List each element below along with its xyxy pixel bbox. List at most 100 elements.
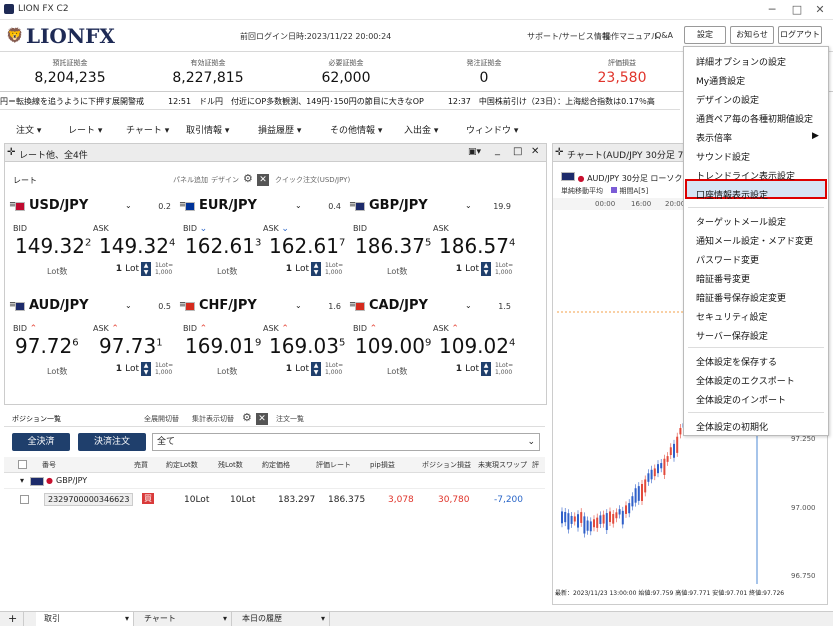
settings-button[interactable]: 設定	[684, 26, 726, 44]
rate-card[interactable]: ≡ USD/JPY ⌄ 0.2 BID ASK 149.322 149.324 Lot数 1 …	[9, 196, 175, 286]
panel-close-icon[interactable]: ✕	[531, 146, 539, 157]
gear-icon[interactable]: ⚙	[243, 172, 253, 185]
tab-today-history[interactable]: 本日の履歴 ▾	[234, 612, 330, 626]
summary-toggle-link[interactable]: 集計表示切替	[192, 414, 234, 424]
position-list-tab[interactable]: ポジション一覧	[12, 414, 61, 424]
filter-select[interactable]: 全て ⌄	[152, 433, 540, 451]
ask-price[interactable]: 109.024	[439, 334, 515, 358]
news-ticker[interactable]: 円＝転換線を追うように下押す展開警戒 12:51 ドル円 付近にOP多数観測、1…	[0, 96, 680, 110]
chevron-down-icon[interactable]: ⌄	[295, 301, 302, 310]
logout-button[interactable]: ログアウト	[778, 26, 822, 44]
lot-stepper[interactable]: ▲ ▼	[311, 262, 321, 276]
menu-item[interactable]: 全体設定のエクスポート	[696, 374, 795, 387]
drag-handle-icon[interactable]: ✛	[7, 147, 15, 158]
ask-price[interactable]: 162.617	[269, 234, 345, 258]
lot-stepper[interactable]: ▲ ▼	[311, 362, 321, 376]
gear-icon[interactable]: ⚙	[242, 411, 252, 424]
order-list-tab[interactable]: 注文一覧	[276, 414, 304, 424]
lot-input[interactable]: 1 Lot	[449, 364, 479, 374]
panel-menu-icon[interactable]: ▣▾	[468, 147, 481, 157]
menu-item[interactable]: 全体設定の初期化	[696, 420, 768, 433]
panel-maximize-icon[interactable]: □	[513, 146, 522, 157]
menu-rate[interactable]: レート ▾	[68, 123, 102, 136]
support-link[interactable]: サポート/サービス情報	[527, 31, 610, 42]
chevron-down-icon[interactable]: ⌄	[125, 201, 132, 210]
manual-link[interactable]: 操作マニュアル	[603, 31, 659, 42]
menu-item[interactable]: サーバー保存設定	[696, 329, 768, 342]
menu-order[interactable]: 注文 ▾	[16, 123, 41, 136]
lot-input[interactable]: 1 Lot	[109, 364, 139, 374]
menu-window[interactable]: ウィンドウ ▾	[466, 123, 518, 136]
bid-price[interactable]: 97.726	[15, 334, 79, 358]
design-link[interactable]: デザイン	[211, 175, 239, 185]
add-tab-icon[interactable]: +	[0, 612, 24, 626]
bid-price[interactable]: 109.009	[355, 334, 431, 358]
maximize-icon[interactable]: □	[785, 2, 809, 18]
lot-stepper[interactable]: ▲ ▼	[481, 362, 491, 376]
rate-card[interactable]: ≡ EUR/JPY ⌄ 0.4 BID ⌄ ASK ⌄ 162.613 162.617 Lot数…	[179, 196, 345, 286]
close-order-button[interactable]: 決済注文	[78, 433, 146, 451]
row-checkbox[interactable]	[20, 495, 29, 504]
position-group-row[interactable]: ▾ ● GBP/JPY	[4, 473, 545, 489]
bid-price[interactable]: 162.613	[185, 234, 261, 258]
menu-item[interactable]: トレンドライン表示設定	[696, 169, 795, 182]
bid-price[interactable]: 186.375	[355, 234, 431, 258]
rate-tab[interactable]: レート	[13, 175, 37, 186]
chevron-down-icon[interactable]: ⌄	[125, 301, 132, 310]
ask-price[interactable]: 149.324	[99, 234, 175, 258]
rate-card[interactable]: ≡ AUD/JPY ⌄ 0.5 BID ⌃ ASK ⌃ 97.726 97.731 Lot数 1 …	[9, 296, 175, 386]
chevron-down-icon[interactable]: ⌄	[465, 201, 472, 210]
lot-stepper[interactable]: ▲ ▼	[141, 262, 151, 276]
menu-item[interactable]: サウンド設定	[696, 150, 750, 163]
menu-pl-history[interactable]: 損益履歴 ▾	[258, 123, 301, 136]
close-all-button[interactable]: 全決済	[12, 433, 70, 451]
close-subpanel-icon[interactable]: ✕	[256, 413, 268, 425]
menu-item[interactable]: My通貨設定	[696, 74, 745, 87]
panel-minimize-icon[interactable]: _	[495, 145, 500, 156]
close-subpanel-icon[interactable]: ✕	[257, 174, 269, 186]
table-row[interactable]: 2329700000346623 買 10Lot 10Lot 183.297 1…	[4, 491, 545, 509]
menu-trade-info[interactable]: 取引情報 ▾	[186, 123, 229, 136]
minimize-icon[interactable]: ─	[760, 2, 784, 18]
qa-link[interactable]: Q&A	[655, 31, 673, 40]
close-icon[interactable]: ✕	[808, 2, 832, 18]
lot-stepper[interactable]: ▲ ▼	[481, 262, 491, 276]
expand-all-link[interactable]: 全展開切替	[144, 414, 179, 424]
menu-item[interactable]: デザインの設定	[696, 93, 759, 106]
menu-item[interactable]: 全体設定を保存する	[696, 355, 777, 368]
menu-other-info[interactable]: その他情報 ▾	[330, 123, 382, 136]
lot-input[interactable]: 1 Lot	[279, 264, 309, 274]
collapse-icon[interactable]: ▾	[20, 476, 24, 485]
rate-card[interactable]: ≡ GBP/JPY ⌄ 19.9 BID ASK 186.375 186.574 Lot数 1…	[349, 196, 515, 286]
menu-chart[interactable]: チャート ▾	[126, 123, 169, 136]
chevron-down-icon[interactable]: ⌄	[295, 201, 302, 210]
menu-item[interactable]: 全体設定のインポート	[696, 393, 786, 406]
news-button[interactable]: お知らせ	[730, 26, 774, 44]
quick-order-tab[interactable]: クイック注文(USD/JPY)	[275, 175, 350, 185]
menu-item[interactable]: 詳細オプションの設定	[696, 55, 786, 68]
menu-item[interactable]: 表示倍率	[696, 131, 732, 144]
rate-card[interactable]: ≡ CAD/JPY ⌄ 1.5 BID ⌃ ASK ⌃ 109.009 109.024 Lot数…	[349, 296, 515, 386]
menu-deposit[interactable]: 入出金 ▾	[404, 123, 438, 136]
ask-price[interactable]: 169.035	[269, 334, 345, 358]
menu-item[interactable]: 暗証番号保存設定変更	[696, 291, 786, 304]
rate-card[interactable]: ≡ CHF/JPY ⌄ 1.6 BID ⌃ ASK ⌃ 169.019 169.035 Lot数…	[179, 296, 345, 386]
select-all-checkbox[interactable]	[18, 460, 27, 469]
add-panel-link[interactable]: パネル追加	[173, 175, 208, 185]
menu-item[interactable]: 口座情報表示設定	[696, 188, 768, 201]
ask-price[interactable]: 97.731	[99, 334, 163, 358]
menu-item[interactable]: 通貨ペア毎の各種初期値設定	[696, 112, 813, 125]
menu-item[interactable]: セキュリティ設定	[696, 310, 767, 323]
menu-item[interactable]: ターゲットメール設定	[696, 215, 786, 228]
lot-input[interactable]: 1 Lot	[109, 264, 139, 274]
lot-input[interactable]: 1 Lot	[449, 264, 479, 274]
tab-trade[interactable]: 取引 ▾	[36, 612, 134, 626]
bid-price[interactable]: 149.322	[15, 234, 91, 258]
menu-item[interactable]: パスワード変更	[696, 253, 759, 266]
lot-stepper[interactable]: ▲ ▼	[141, 362, 151, 376]
drag-handle-icon[interactable]: ✛	[555, 147, 563, 158]
chevron-down-icon[interactable]: ⌄	[465, 301, 472, 310]
tab-chart[interactable]: チャート ▾	[136, 612, 232, 626]
lot-input[interactable]: 1 Lot	[279, 364, 309, 374]
menu-item[interactable]: 暗証番号変更	[696, 272, 750, 285]
